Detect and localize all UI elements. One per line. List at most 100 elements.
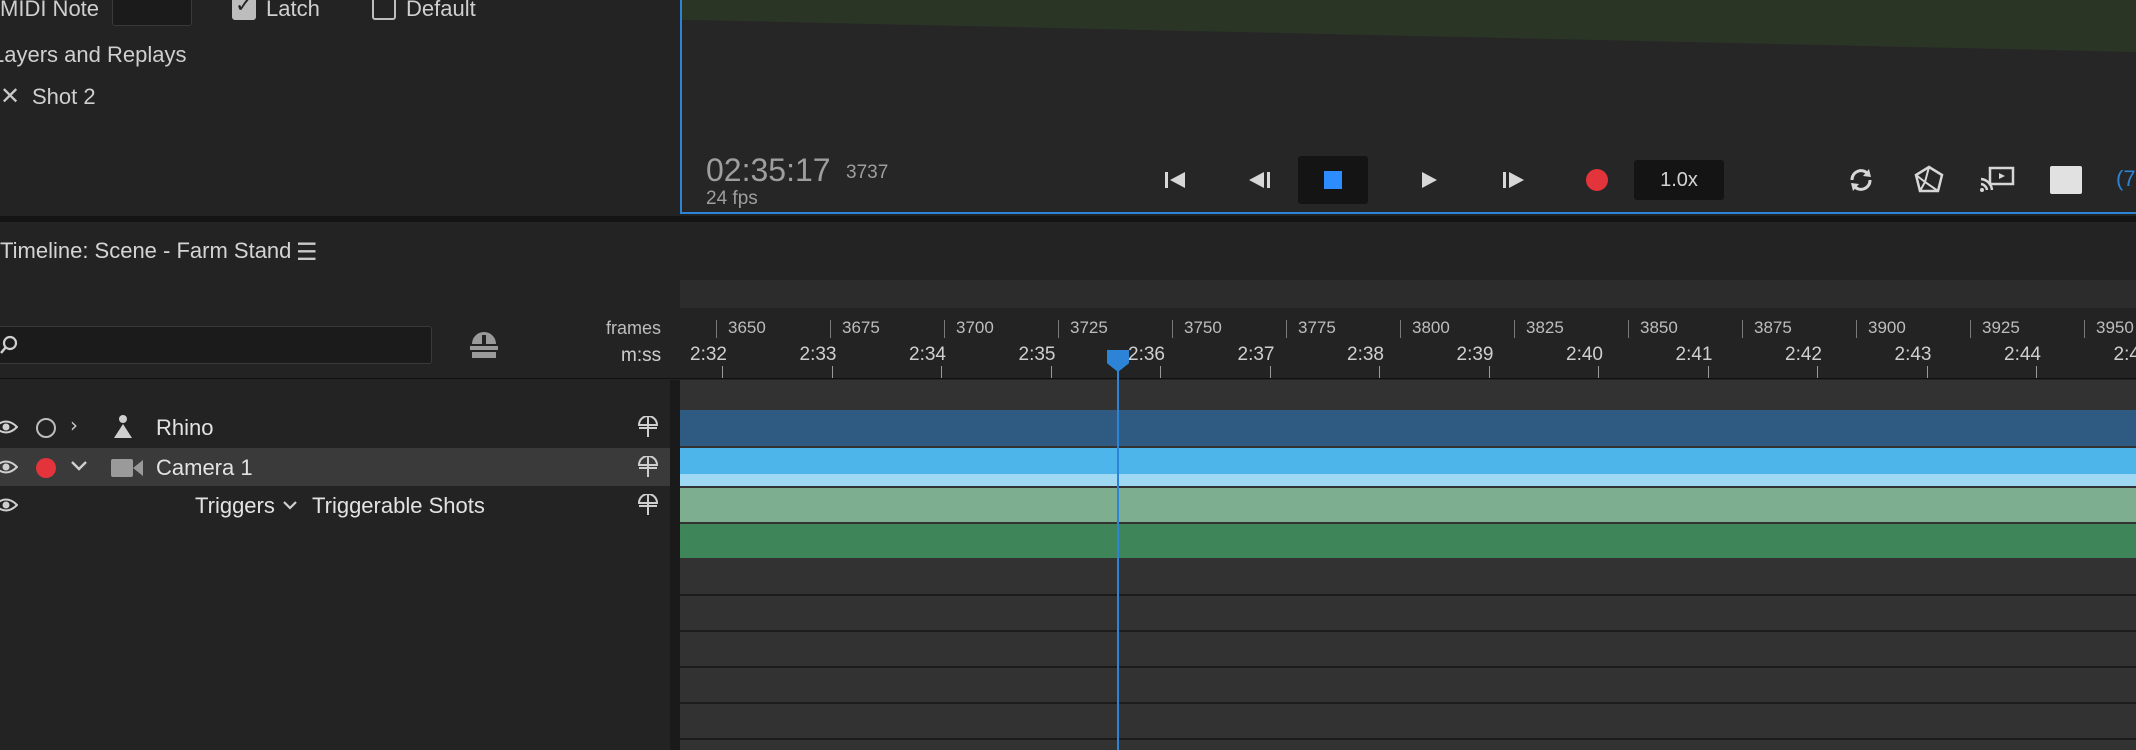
ruler-header xyxy=(680,280,2136,308)
time-tick-label: 2:37 xyxy=(1237,344,1275,365)
fps-label: 24 fps xyxy=(706,188,758,209)
time-ruler[interactable] xyxy=(680,308,2136,378)
clip-rhino[interactable] xyxy=(680,410,2136,446)
time-tick-label: 2:38 xyxy=(1347,344,1384,365)
menu-icon[interactable]: ☰ xyxy=(296,238,318,266)
lane-divider xyxy=(680,702,2136,704)
time-tick-label: 2:36 xyxy=(1128,344,1165,365)
time-tick-mark xyxy=(941,366,942,378)
panel-divider[interactable] xyxy=(0,216,2136,222)
time-tick-label: 2:34 xyxy=(909,344,946,365)
stop-button[interactable] xyxy=(1298,156,1368,204)
time-tick-mark xyxy=(831,366,833,378)
latch-checkbox[interactable] xyxy=(232,0,256,20)
gizmo-icon[interactable] xyxy=(636,494,660,516)
frame-tick-label: 3800 xyxy=(1412,318,1450,337)
time-tick-mark xyxy=(1269,366,1271,378)
overflow-label: (7 xyxy=(2116,166,2136,191)
track-row-triggers[interactable]: Triggers Triggerable Shots xyxy=(0,488,670,524)
time-tick-label: 2:40 xyxy=(1566,344,1603,365)
frame-tick-label: 3675 xyxy=(842,318,880,337)
ruler-separator xyxy=(0,378,2136,379)
track-row-camera-1[interactable]: Camera 1 xyxy=(0,448,670,486)
frame-tick-mark xyxy=(1742,320,1743,338)
playhead-line xyxy=(1117,362,1119,750)
step-back-button[interactable] xyxy=(1235,155,1285,205)
loop-button[interactable] xyxy=(1836,155,1886,205)
frame-tick-mark xyxy=(1856,320,1857,338)
track-splitter[interactable] xyxy=(670,380,680,750)
frames-label: frames xyxy=(606,318,662,338)
frame-tick-mark xyxy=(716,320,717,338)
time-tick-mark xyxy=(1926,366,1928,378)
record-arm-toggle[interactable] xyxy=(36,418,56,438)
frame-tick-mark xyxy=(2084,320,2085,338)
chevron-down-icon[interactable] xyxy=(70,460,88,472)
eye-icon[interactable] xyxy=(0,458,18,476)
gizmo-icon[interactable] xyxy=(636,456,660,478)
step-forward-button[interactable] xyxy=(1488,155,1538,205)
frame-tick-mark xyxy=(1970,320,1971,338)
frame-tick-label: 3850 xyxy=(1640,318,1678,337)
time-tick-mark xyxy=(1488,366,1490,378)
latch-label: Latch xyxy=(266,0,320,21)
clip-camera-1[interactable] xyxy=(680,448,2136,474)
eye-icon[interactable] xyxy=(0,418,18,436)
clip-camera-1-sub xyxy=(680,474,2136,486)
time-tick-label: 2:35 xyxy=(1018,344,1056,365)
midi-note-input[interactable] xyxy=(112,0,192,26)
frame-tick-label: 3775 xyxy=(1298,318,1336,337)
frame-tick-mark xyxy=(1628,320,1629,338)
time-tick-label: 2:42 xyxy=(1785,344,1822,365)
time-tick-mark xyxy=(1707,366,1709,378)
viewer-panel: 02:35:17 3737 24 fps 1.0x (7 xyxy=(680,0,2136,214)
cast-button[interactable] xyxy=(1972,155,2022,205)
frame-tick-label: 3925 xyxy=(1982,318,2020,337)
background-color-swatch[interactable] xyxy=(2050,166,2082,194)
gizmo-icon xyxy=(470,332,498,358)
clip-triggers[interactable] xyxy=(680,488,2136,522)
step-forward-icon xyxy=(1503,172,1524,188)
lane-divider xyxy=(680,738,2136,740)
frame-tick-label: 3725 xyxy=(1070,318,1108,337)
frame-tick-label: 3650 xyxy=(728,318,766,337)
person-icon xyxy=(114,415,132,438)
search-input[interactable] xyxy=(0,326,432,364)
time-tick-label: 2:43 xyxy=(1894,344,1932,365)
record-arm-toggle[interactable] xyxy=(36,458,56,478)
go-to-start-button[interactable] xyxy=(1150,155,1200,205)
play-button[interactable] xyxy=(1404,155,1454,205)
shot-item[interactable]: Shot 2 xyxy=(32,84,96,110)
gizmo-toggle-button[interactable] xyxy=(466,330,502,367)
skip-back-icon xyxy=(1165,172,1185,188)
lane-divider xyxy=(680,630,2136,632)
stop-icon xyxy=(1324,171,1342,189)
time-tick-mark xyxy=(1379,366,1380,378)
timeline-title: Timeline: Scene - Farm Stand xyxy=(0,238,292,263)
time-tick-mark xyxy=(1050,366,1052,378)
chevron-down-icon[interactable] xyxy=(282,500,298,511)
remove-shot-icon[interactable]: ✕ xyxy=(0,82,20,110)
gizmo-icon[interactable] xyxy=(636,416,660,438)
eye-icon[interactable] xyxy=(0,496,18,514)
track-row-rhino[interactable]: › Rhino xyxy=(0,410,670,446)
clip-triggerable-shots[interactable] xyxy=(680,524,2136,558)
time-tick-mark xyxy=(1160,366,1161,378)
polyhedron-icon xyxy=(1914,165,1944,193)
frame-tick-label: 3700 xyxy=(956,318,994,337)
chevron-right-icon[interactable]: › xyxy=(70,413,78,437)
cast-icon xyxy=(1980,166,2015,192)
time-tick-label: 2:4 xyxy=(2113,344,2136,365)
time-tick-mark xyxy=(2036,366,2037,378)
step-back-icon xyxy=(1249,172,1270,188)
search-icon xyxy=(0,335,18,354)
default-checkbox[interactable] xyxy=(372,0,396,20)
playback-speed-button[interactable]: 1.0x xyxy=(1634,160,1724,200)
default-label: Default xyxy=(406,0,476,21)
time-tick-label: 2:41 xyxy=(1675,344,1713,365)
triggers-label: Triggers xyxy=(195,493,275,518)
trigger-mode-dropdown[interactable]: Triggerable Shots xyxy=(312,493,485,519)
record-button[interactable] xyxy=(1572,155,1622,205)
midi-note-label: MIDI Note xyxy=(0,0,100,21)
object-view-button[interactable] xyxy=(1904,155,1954,205)
